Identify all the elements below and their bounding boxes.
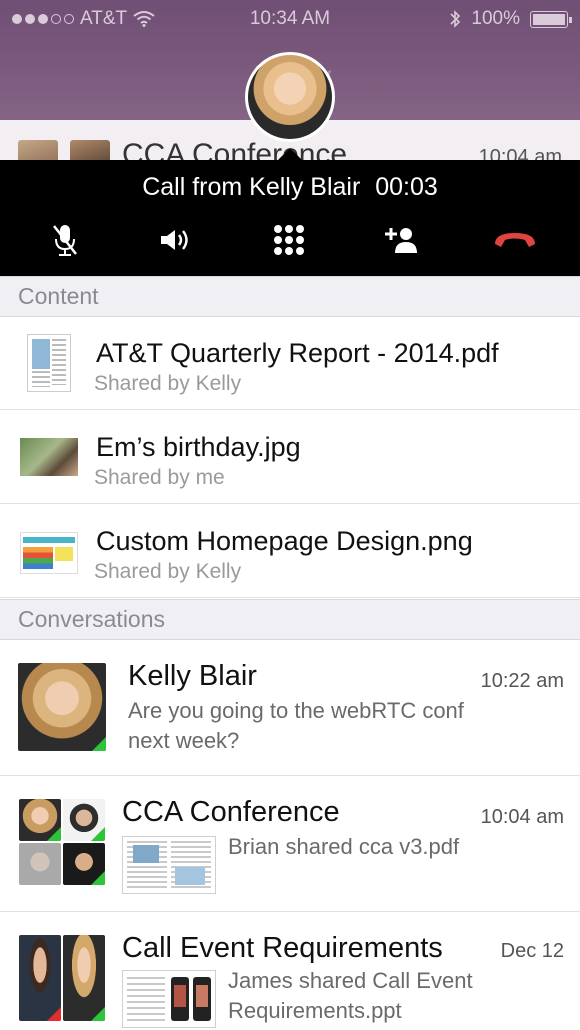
conversation-row[interactable]: Kelly Blair 10:22 am Are you going to th… [0,640,580,776]
avatar [63,935,105,1021]
content-title: Custom Homepage Design.png [96,526,473,556]
call-controls [0,218,580,262]
conversation-time: Dec 12 [500,940,564,962]
end-call-button[interactable] [490,218,540,262]
content-subtitle: Shared by Kelly [94,372,242,395]
add-participant-button[interactable] [376,218,426,262]
section-header-conversations: Conversations [0,599,580,640]
conversation-time: 10:22 am [480,670,564,692]
pdf-thumbnail [27,334,71,392]
image-thumbnail [20,438,78,476]
avatar [19,843,61,885]
avatar [19,799,61,841]
mute-icon [53,225,77,256]
status-bar: AT&T 10:34 AM 100% [0,6,580,34]
call-banner-pointer [278,148,302,160]
conversation-title: Call Event Requirements [122,932,443,964]
end-call-icon [495,233,535,247]
keypad-icon [274,225,304,255]
speaker-button[interactable] [152,218,202,262]
peek-title: CCA Conference [122,138,348,160]
battery-icon [530,10,572,28]
presence-indicator [92,737,106,751]
conversation-preview: Are you going to the webRTC conf next we… [128,698,464,753]
section-header-content: Content [0,276,580,317]
conversation-title: CCA Conference [122,796,340,828]
presence-indicator [47,827,61,841]
peek-time: 10:04 am [478,146,562,160]
conversation-preview: James shared Call Event Requirements.ppt [228,968,473,1023]
avatar [18,663,106,751]
bluetooth-icon [450,10,461,28]
add-participant-icon [385,228,417,253]
avatar [19,935,61,1021]
presence-indicator [91,871,105,885]
presence-indicator [47,1007,61,1021]
conversation-row[interactable]: Call Event Requirements Dec 12 James sha… [0,912,580,1030]
content-subtitle: Shared by me [94,466,225,489]
avatar [18,140,58,160]
conversation-time: 10:04 am [480,806,564,828]
caller-avatar [245,52,335,142]
active-call-banner[interactable]: Call from Kelly Blair 00:03 [0,160,580,276]
call-status: Call from Kelly Blair 00:03 [0,173,580,202]
avatar [63,799,105,841]
content-title: AT&T Quarterly Report - 2014.pdf [96,338,499,368]
presence-indicator [91,827,105,841]
avatar [70,140,110,160]
keypad-button[interactable] [264,218,314,262]
conversation-row[interactable]: CCA Conference 10:04 am Brian shared cca… [0,776,580,912]
call-duration: 00:03 [375,173,438,201]
list-item[interactable]: Custom Homepage Design.png Shared by Kel… [0,504,580,598]
conversation-preview: Brian shared cca v3.pdf [228,834,460,859]
mute-button[interactable] [40,218,90,262]
conversation-title: Kelly Blair [128,660,257,692]
battery-percent: 100% [471,8,520,29]
call-label: Call from Kelly Blair [142,173,361,201]
list-item[interactable]: AT&T Quarterly Report - 2014.pdf Shared … [0,316,580,410]
presence-indicator [91,1007,105,1021]
list-item[interactable]: Em’s birthday.jpg Shared by me [0,410,580,504]
file-thumbnail [122,970,216,1028]
speaker-icon [161,230,188,250]
avatar [63,843,105,885]
file-thumbnail [122,836,216,894]
image-thumbnail [20,532,78,574]
content-subtitle: Shared by Kelly [94,560,242,583]
content-title: Em’s birthday.jpg [96,432,301,462]
